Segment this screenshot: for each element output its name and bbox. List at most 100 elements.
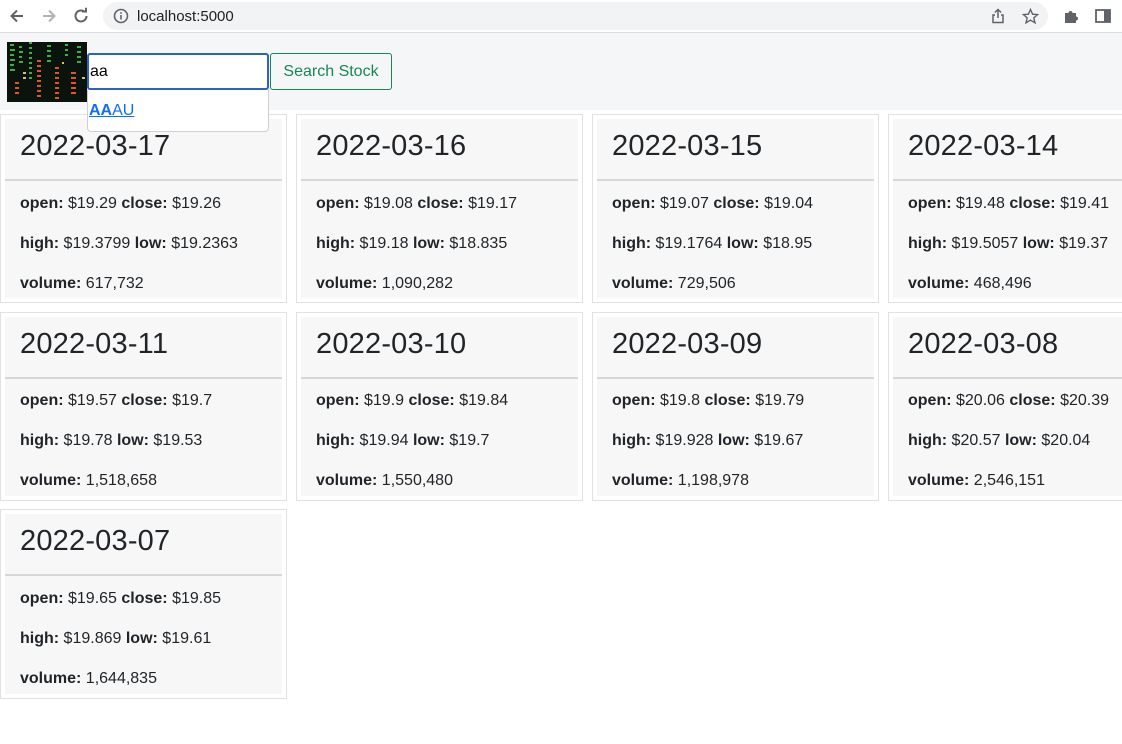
card-divider xyxy=(5,377,282,379)
info-icon[interactable] xyxy=(112,7,130,25)
open-label: open: xyxy=(20,590,64,607)
high-label: high: xyxy=(20,432,60,449)
close-label: close: xyxy=(121,392,168,409)
open-close-line: open: $19.08 close: $19.17 xyxy=(316,195,517,213)
suggestion-rest-text: AU xyxy=(112,102,135,119)
close-label: close: xyxy=(121,195,168,212)
stock-card: 2022-03-10 open: $19.9 close: $19.84 hig… xyxy=(296,312,583,501)
high-label: high: xyxy=(316,432,356,449)
card-divider xyxy=(301,179,578,181)
volume-label: volume: xyxy=(316,472,378,489)
high-label: high: xyxy=(908,235,948,252)
high-label: high: xyxy=(20,630,60,647)
high-low-line: high: $19.94 low: $19.7 xyxy=(316,432,489,450)
card-date: 2022-03-14 xyxy=(908,130,1059,162)
stock-search-input[interactable] xyxy=(87,53,269,90)
open-value: $19.29 xyxy=(68,195,117,212)
close-label: close: xyxy=(713,195,760,212)
high-value: $19.78 xyxy=(63,432,113,449)
open-value: $19.07 xyxy=(660,195,709,212)
volume-value: 1,644,835 xyxy=(85,670,157,687)
card-date: 2022-03-07 xyxy=(20,525,171,557)
low-value: $19.67 xyxy=(754,432,804,449)
forward-icon[interactable] xyxy=(37,4,61,28)
low-label: low: xyxy=(726,235,759,252)
low-label: low: xyxy=(116,432,149,449)
volume-line: volume: 468,496 xyxy=(908,275,1032,293)
open-close-line: open: $19.07 close: $19.04 xyxy=(612,195,813,213)
high-low-line: high: $19.78 low: $19.53 xyxy=(20,432,202,450)
low-value: $19.37 xyxy=(1059,235,1109,252)
volume-value: 1,090,282 xyxy=(381,275,453,292)
card-divider xyxy=(5,574,282,576)
high-low-line: high: $19.5057 low: $19.37 xyxy=(908,235,1108,253)
volume-line: volume: 1,090,282 xyxy=(316,275,453,293)
open-close-line: open: $19.65 close: $19.85 xyxy=(20,590,221,608)
volume-label: volume: xyxy=(20,670,82,687)
low-value: $18.95 xyxy=(763,235,813,252)
open-close-line: open: $19.57 close: $19.7 xyxy=(20,392,212,410)
reload-icon[interactable] xyxy=(69,4,93,28)
card-divider xyxy=(597,377,874,379)
autocomplete-dropdown: AAAU xyxy=(87,90,269,132)
volume-value: 1,518,658 xyxy=(85,472,157,489)
open-close-line: open: $19.29 close: $19.26 xyxy=(20,195,221,213)
volume-line: volume: 1,198,978 xyxy=(612,472,749,490)
open-value: $19.48 xyxy=(956,195,1005,212)
share-icon[interactable] xyxy=(989,7,1007,25)
open-label: open: xyxy=(908,392,952,409)
open-label: open: xyxy=(612,195,656,212)
address-bar[interactable]: localhost:5000 xyxy=(103,2,1048,30)
extensions-icon[interactable] xyxy=(1061,6,1081,26)
open-close-line: open: $19.48 close: $19.41 xyxy=(908,195,1109,213)
back-icon[interactable] xyxy=(5,4,29,28)
volume-label: volume: xyxy=(316,275,378,292)
high-low-line: high: $19.928 low: $19.67 xyxy=(612,432,803,450)
open-close-line: open: $19.9 close: $19.84 xyxy=(316,392,508,410)
open-value: $19.08 xyxy=(364,195,413,212)
high-value: $19.18 xyxy=(359,235,409,252)
open-label: open: xyxy=(20,195,64,212)
open-label: open: xyxy=(316,392,360,409)
search-stock-button[interactable]: Search Stock xyxy=(270,53,392,90)
side-panel-icon[interactable] xyxy=(1093,6,1113,26)
volume-value: 729,506 xyxy=(677,275,736,292)
volume-label: volume: xyxy=(20,275,82,292)
open-label: open: xyxy=(908,195,952,212)
stock-card: 2022-03-11 open: $19.57 close: $19.7 hig… xyxy=(0,312,287,501)
card-divider xyxy=(893,179,1122,181)
volume-line: volume: 729,506 xyxy=(612,275,736,293)
low-label: low: xyxy=(412,432,445,449)
card-date: 2022-03-08 xyxy=(908,328,1059,360)
volume-value: 1,550,480 xyxy=(381,472,453,489)
open-value: $19.8 xyxy=(660,392,701,409)
volume-line: volume: 1,550,480 xyxy=(316,472,453,490)
stock-card: 2022-03-14 open: $19.48 close: $19.41 hi… xyxy=(888,114,1122,303)
close-value: $19.17 xyxy=(468,195,518,212)
low-value: $18.835 xyxy=(449,235,508,252)
high-label: high: xyxy=(908,432,948,449)
close-value: $19.04 xyxy=(764,195,814,212)
high-low-line: high: $19.18 low: $18.835 xyxy=(316,235,507,253)
stock-ticker-logo xyxy=(7,42,87,102)
card-divider xyxy=(301,377,578,379)
high-value: $19.869 xyxy=(63,630,122,647)
volume-line: volume: 2,546,151 xyxy=(908,472,1045,490)
high-value: $19.1764 xyxy=(655,235,723,252)
low-value: $19.7 xyxy=(449,432,490,449)
high-low-line: high: $19.1764 low: $18.95 xyxy=(612,235,812,253)
autocomplete-suggestion[interactable]: AAAU xyxy=(89,102,134,120)
volume-label: volume: xyxy=(612,275,674,292)
volume-line: volume: 1,644,835 xyxy=(20,670,157,688)
open-value: $19.9 xyxy=(364,392,405,409)
stock-card: 2022-03-15 open: $19.07 close: $19.04 hi… xyxy=(592,114,879,303)
stock-card: 2022-03-07 open: $19.65 close: $19.85 hi… xyxy=(0,509,287,699)
bookmark-star-icon[interactable] xyxy=(1021,7,1039,25)
close-label: close: xyxy=(1009,392,1056,409)
high-low-line: high: $20.57 low: $20.04 xyxy=(908,432,1090,450)
open-value: $19.57 xyxy=(68,392,117,409)
card-date: 2022-03-09 xyxy=(612,328,763,360)
close-label: close: xyxy=(704,392,751,409)
close-value: $19.79 xyxy=(755,392,805,409)
close-value: $20.39 xyxy=(1060,392,1110,409)
